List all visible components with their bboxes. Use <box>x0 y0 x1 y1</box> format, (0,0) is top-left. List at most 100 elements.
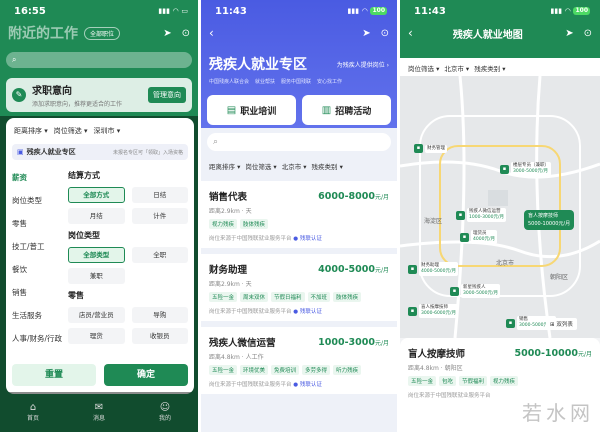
back-icon[interactable]: ‹ <box>209 26 214 40</box>
status-icons: ▮▮▮ ◠ 100 <box>348 7 387 15</box>
option-guide[interactable]: 导购 <box>131 307 188 323</box>
job-tag: 五险一金 <box>209 292 238 302</box>
sheet-filter-row: 距离排序 ▾ 岗位筛选 ▾ 深圳市 ▾ <box>6 118 194 136</box>
marker-icon: ▪ <box>408 306 417 316</box>
signal-icon: ▮▮▮ <box>158 7 170 15</box>
filter-disability[interactable]: 残疾类别 ▾ <box>474 63 505 76</box>
tab-home[interactable]: ⌂ 首页 <box>27 402 39 422</box>
job-type-pill[interactable]: 全部职位 <box>84 26 121 40</box>
page-title: 残疾人就业地图 <box>452 29 523 41</box>
map-view[interactable]: ▪ 财务管理 ▪ 楼层专员（兼职） 3000-5000元/月 ▪ 残疾人微信运营 1000… <box>400 76 600 338</box>
job-list: 销售代表 6000-8000元/月 距离2.9km · 天 视力残疾 肢体残疾 岗位… <box>201 181 397 400</box>
top-bar: 附近的工作 全部职位 ➤ ⊙ <box>0 22 198 44</box>
reset-button[interactable]: 重置 <box>12 364 96 386</box>
job-distance: 距离4.8km · 人工作 <box>209 354 264 361</box>
filter-sort[interactable]: 距离排序 ▾ <box>14 126 48 136</box>
job-title: 财务助理 <box>209 265 248 276</box>
filter-position[interactable]: 岗位筛选 ▾ <box>54 126 88 136</box>
filter-sort[interactable]: 距离排序 ▾ <box>209 161 240 171</box>
job-intent-card[interactable]: ✎ 求职意向 添加求职意向，推荐更适合的工作 管理意向 <box>6 78 192 112</box>
vocational-training-card[interactable]: ▤ 职业培训 <box>207 95 296 125</box>
status-bar: 11:43 ▮▮▮ ◠ 100 <box>400 0 600 22</box>
message-icon: ✉ <box>94 402 104 413</box>
option-clerk[interactable]: 店员/营业员 <box>68 307 125 323</box>
confirm-button[interactable]: 确定 <box>104 364 188 386</box>
location-icon[interactable]: ➤ <box>163 28 171 39</box>
status-time: 11:43 <box>215 5 247 17</box>
category-salary[interactable]: 薪资 <box>6 166 68 189</box>
filter-city[interactable]: 深圳市 ▾ <box>94 126 121 136</box>
marker-icon: ▪ <box>500 164 509 174</box>
map-marker[interactable]: ▪ 新星残疾人 3000-5000元/月 <box>450 284 501 298</box>
district-label: 朝阳区 <box>550 274 569 281</box>
option-full-time[interactable]: 全职 <box>131 247 188 263</box>
filter-sheet: 距离排序 ▾ 岗位筛选 ▾ 深圳市 ▾ ▣ 残疾人就业专区 未报名专区可「领取」… <box>6 118 194 394</box>
status-time: 11:43 <box>414 5 446 17</box>
filter-disability[interactable]: 残疾类别 ▾ <box>312 161 343 171</box>
map-marker[interactable]: ▪ 楼层专员（兼职） 3000-5000元/月 <box>500 162 551 176</box>
search-icon: ⌕ <box>213 137 219 147</box>
tab-messages[interactable]: ✉ 消息 <box>93 402 105 422</box>
option-daily[interactable]: 日结 <box>131 187 188 203</box>
filter-row: 岗位筛选 ▾ 北京市 ▾ 残疾类别 ▾ <box>400 58 600 76</box>
filter-position[interactable]: 岗位筛选 ▾ <box>408 63 439 76</box>
panel-nearby-jobs: 16:55 ▮▮▮ ◠ ▭ 附近的工作 全部职位 ➤ ⊙ ⌕ ✎ 求职意向 添加… <box>0 0 198 432</box>
search-input[interactable]: ⌕ <box>207 133 391 151</box>
disabled-zone-banner[interactable]: ▣ 残疾人就业专区 未报名专区可「领取」入场资格 <box>12 144 188 160</box>
trust-tag: 安心找工作 <box>317 79 343 85</box>
list-toggle-button[interactable]: ⊞ 双列表 <box>546 318 577 330</box>
job-tag: 肢体残疾 <box>240 219 269 229</box>
option-stocker[interactable]: 理货 <box>68 328 125 344</box>
search-input[interactable]: ⌕ <box>6 52 192 68</box>
option-monthly[interactable]: 月结 <box>68 208 125 224</box>
tab-profile[interactable]: ☺ 我的 <box>159 402 171 422</box>
panel-employment-map: 11:43 ▮▮▮ ◠ 100 ‹ 残疾人就业地图 ➤ ⊙ 岗位筛选 ▾ 北京市… <box>400 0 600 432</box>
category-catering[interactable]: 餐饮 <box>6 258 68 281</box>
bottom-tab-bar: ⌂ 首页 ✉ 消息 ☺ 我的 <box>0 392 198 432</box>
wifi-icon: ◠ <box>172 7 179 15</box>
map-marker[interactable]: ▪ 财务管理 <box>414 144 447 153</box>
target-icon[interactable]: ⊙ <box>584 28 592 39</box>
job-card[interactable]: 财务助理 4000-5000元/月 距离2.9km · 天 五险一金 周末双休 节假日… <box>201 254 397 327</box>
category-life-service[interactable]: 生活服务 <box>6 304 68 327</box>
option-all-types[interactable]: 全部类型 <box>68 247 125 263</box>
manage-intent-button[interactable]: 管理意向 <box>148 87 186 103</box>
job-tag: 周末双休 <box>240 292 269 302</box>
location-icon[interactable]: ➤ <box>565 28 573 39</box>
recruitment-events-card[interactable]: ▥ 招聘活动 <box>302 95 391 125</box>
map-marker[interactable]: ▪ 财务助理 4000-5000元/月 <box>408 262 459 276</box>
job-card[interactable]: 残疾人微信运营 1000-3000元/月 距离4.8km · 人工作 五险一金 环境… <box>201 327 397 400</box>
target-icon[interactable]: ⊙ <box>182 28 190 39</box>
job-tag: 免费培训 <box>271 365 300 375</box>
option-part-time[interactable]: 兼职 <box>68 268 125 284</box>
map-marker[interactable]: ▪ 残疾人微信运营 1000-3000元/月 <box>456 208 507 222</box>
top-bar: ‹ ➤ ⊙ <box>201 22 397 44</box>
search-icon: ⌕ <box>12 55 17 64</box>
map-marker[interactable]: ▪ 理货员 4000元/月 <box>460 230 497 244</box>
job-card[interactable]: 销售代表 6000-8000元/月 距离2.9km · 天 视力残疾 肢体残疾 岗位… <box>201 181 397 254</box>
job-tag: 包吃 <box>439 376 457 386</box>
option-cashier[interactable]: 收银员 <box>131 328 188 344</box>
selected-marker[interactable]: 盲人按摩技师 5000-10000元/月 <box>524 210 575 230</box>
map-marker[interactable]: ▪ 盲人按摩技师 3000-6000元/月 <box>408 304 459 318</box>
category-sales[interactable]: 销售 <box>6 281 68 304</box>
battery-icon: ▭ <box>181 7 188 15</box>
filter-city[interactable]: 北京市 ▾ <box>282 161 307 171</box>
category-technician[interactable]: 技工/普工 <box>6 235 68 258</box>
option-all-methods[interactable]: 全部方式 <box>68 187 125 203</box>
option-piecework[interactable]: 计件 <box>131 208 188 224</box>
job-distance: 距离2.9km · 天 <box>209 281 252 288</box>
filter-position[interactable]: 岗位筛选 ▾ <box>245 161 276 171</box>
location-icon[interactable]: ➤ <box>362 28 370 39</box>
back-icon[interactable]: ‹ <box>408 26 413 40</box>
status-icons: ▮▮▮ ◠ ▭ <box>158 7 188 15</box>
category-job-type[interactable]: 岗位类型 <box>6 189 68 212</box>
category-hr-finance[interactable]: 人事/财务/行政 <box>6 327 68 350</box>
provide-jobs-link[interactable]: 为残疾人提供岗位 › <box>337 60 389 69</box>
filter-city[interactable]: 北京市 ▾ <box>444 63 469 76</box>
intent-icon: ✎ <box>12 88 26 102</box>
target-icon[interactable]: ⊙ <box>381 28 389 39</box>
job-tag: 节假日福利 <box>271 292 305 302</box>
zone-icon: ▣ <box>17 148 24 156</box>
category-retail[interactable]: 零售 <box>6 212 68 235</box>
